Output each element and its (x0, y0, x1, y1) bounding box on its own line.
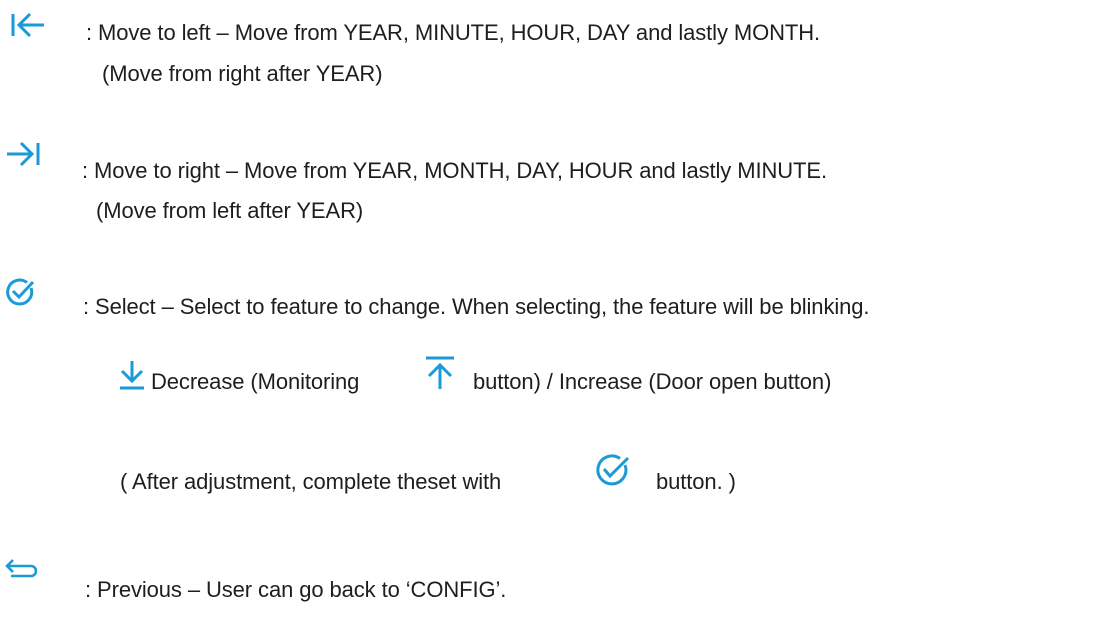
arrow-up-icon (423, 355, 457, 391)
move-left-icon (10, 12, 46, 38)
select-check-icon (5, 278, 35, 306)
select-check-icon (593, 453, 631, 487)
increase-label: button) / Increase (Door open button) (473, 369, 832, 394)
arrow-down-icon (118, 359, 146, 391)
complete-instruction: ( After adjustment, complete theset with (120, 469, 502, 494)
move-left-description: : Move to left – Move from YEAR, MINUTE,… (86, 20, 821, 45)
move-right-icon (5, 141, 41, 167)
complete-button-label: button. ) (656, 469, 736, 494)
move-left-note: (Move from right after YEAR) (102, 61, 383, 86)
previous-back-icon (3, 559, 37, 581)
move-right-note: (Move from left after YEAR) (96, 198, 364, 223)
move-right-description: : Move to right – Move from YEAR, MONTH,… (82, 158, 827, 183)
decrease-label: Decrease (Monitoring (151, 369, 360, 394)
previous-description: : Previous – User can go back to ‘CONFIG… (85, 577, 507, 602)
select-description: : Select – Select to feature to change. … (83, 294, 870, 319)
